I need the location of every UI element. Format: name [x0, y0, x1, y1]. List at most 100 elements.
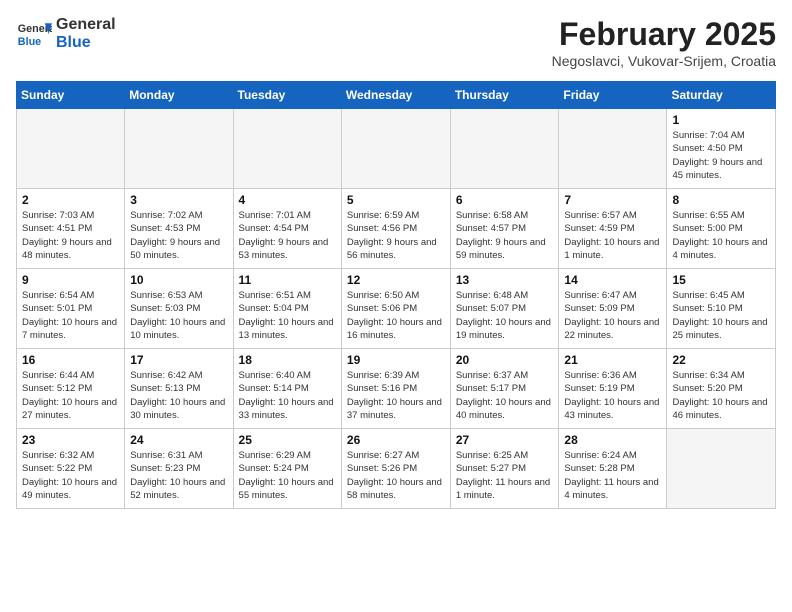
- weekday-header-saturday: Saturday: [667, 82, 776, 109]
- location: Negoslavci, Vukovar-Srijem, Croatia: [552, 53, 776, 69]
- logo-general-text: General: [56, 16, 116, 34]
- logo-icon: General Blue: [16, 16, 52, 52]
- calendar-cell: 6Sunrise: 6:58 AM Sunset: 4:57 PM Daylig…: [450, 189, 559, 269]
- day-number: 7: [564, 193, 661, 207]
- day-info: Sunrise: 6:54 AM Sunset: 5:01 PM Dayligh…: [22, 289, 119, 342]
- calendar-cell: 4 Sunrise: 7:01 AM Sunset: 4:54 PM Daylig…: [233, 189, 341, 269]
- logo-blue-text: Blue: [56, 34, 116, 52]
- day-info: Sunrise: 6:29 AM Sunset: 5:24 PM Dayligh…: [239, 449, 336, 502]
- day-info: Sunrise: 6:55 AM Sunset: 5:00 PM Dayligh…: [672, 209, 770, 262]
- calendar-cell: 18 Sunrise: 6:40 AM Sunset: 5:14 PM Dayli…: [233, 349, 341, 429]
- calendar-cell: 17 Sunrise: 6:42 AM Sunset: 5:13 PM Dayli…: [125, 349, 233, 429]
- day-number: 16: [22, 353, 119, 367]
- calendar-cell: 2Sunrise: 7:03 AM Sunset: 4:51 PM Daylig…: [17, 189, 125, 269]
- day-number: 15: [672, 273, 770, 287]
- day-info: Sunrise: 6:32 AM Sunset: 5:22 PM Dayligh…: [22, 449, 119, 502]
- day-number: 13: [456, 273, 554, 287]
- weekday-header-row: SundayMondayTuesdayWednesdayThursdayFrid…: [17, 82, 776, 109]
- calendar-cell: 3 Sunrise: 7:02 AM Sunset: 4:53 PM Daylig…: [125, 189, 233, 269]
- calendar-cell: 14 Sunrise: 6:47 AM Sunset: 5:09 PM Dayli…: [559, 269, 667, 349]
- calendar-cell: 26 Sunrise: 6:27 AM Sunset: 5:26 PM Dayli…: [341, 429, 450, 509]
- day-number: 11: [239, 273, 336, 287]
- svg-text:Blue: Blue: [18, 36, 41, 48]
- day-info: Sunrise: 6:47 AM Sunset: 5:09 PM Dayligh…: [564, 289, 661, 342]
- day-number: 21: [564, 353, 661, 367]
- weekday-header-sunday: Sunday: [17, 82, 125, 109]
- day-number: 6: [456, 193, 554, 207]
- day-info: Sunrise: 6:27 AM Sunset: 5:26 PM Dayligh…: [347, 449, 445, 502]
- day-number: 14: [564, 273, 661, 287]
- day-info: Sunrise: 6:42 AM Sunset: 5:13 PM Dayligh…: [130, 369, 227, 422]
- calendar-cell: 22Sunrise: 6:34 AM Sunset: 5:20 PM Dayli…: [667, 349, 776, 429]
- weekday-header-friday: Friday: [559, 82, 667, 109]
- calendar-cell: 9 Sunrise: 6:54 AM Sunset: 5:01 PM Daylig…: [17, 269, 125, 349]
- calendar-cell: [450, 109, 559, 189]
- day-info: Sunrise: 6:36 AM Sunset: 5:19 PM Dayligh…: [564, 369, 661, 422]
- day-number: 5: [347, 193, 445, 207]
- calendar-cell: 16 Sunrise: 6:44 AM Sunset: 5:12 PM Dayli…: [17, 349, 125, 429]
- day-info: Sunrise: 6:24 AM Sunset: 5:28 PM Dayligh…: [564, 449, 661, 502]
- calendar-cell: [125, 109, 233, 189]
- calendar-cell: 12Sunrise: 6:50 AM Sunset: 5:06 PM Dayli…: [341, 269, 450, 349]
- title-block: February 2025 Negoslavci, Vukovar-Srijem…: [552, 16, 776, 69]
- weekday-header-monday: Monday: [125, 82, 233, 109]
- day-number: 20: [456, 353, 554, 367]
- day-info: Sunrise: 6:25 AM Sunset: 5:27 PM Dayligh…: [456, 449, 554, 502]
- page-header: General Blue General Blue February 2025 …: [16, 16, 776, 69]
- calendar-cell: 10 Sunrise: 6:53 AM Sunset: 5:03 PM Dayli…: [125, 269, 233, 349]
- day-info: Sunrise: 7:02 AM Sunset: 4:53 PM Dayligh…: [130, 209, 227, 262]
- weekday-header-thursday: Thursday: [450, 82, 559, 109]
- day-number: 24: [130, 433, 227, 447]
- week-row-1: 1Sunrise: 7:04 AM Sunset: 4:50 PM Daylig…: [17, 109, 776, 189]
- day-info: Sunrise: 6:31 AM Sunset: 5:23 PM Dayligh…: [130, 449, 227, 502]
- week-row-3: 9 Sunrise: 6:54 AM Sunset: 5:01 PM Daylig…: [17, 269, 776, 349]
- calendar-cell: [559, 109, 667, 189]
- day-info: Sunrise: 6:57 AM Sunset: 4:59 PM Dayligh…: [564, 209, 661, 262]
- calendar-cell: 28 Sunrise: 6:24 AM Sunset: 5:28 PM Dayli…: [559, 429, 667, 509]
- calendar-table: SundayMondayTuesdayWednesdayThursdayFrid…: [16, 81, 776, 509]
- day-info: Sunrise: 6:44 AM Sunset: 5:12 PM Dayligh…: [22, 369, 119, 422]
- day-number: 28: [564, 433, 661, 447]
- day-info: Sunrise: 7:01 AM Sunset: 4:54 PM Dayligh…: [239, 209, 336, 262]
- calendar-cell: [341, 109, 450, 189]
- day-info: Sunrise: 6:50 AM Sunset: 5:06 PM Dayligh…: [347, 289, 445, 342]
- day-number: 4: [239, 193, 336, 207]
- calendar-cell: 19Sunrise: 6:39 AM Sunset: 5:16 PM Dayli…: [341, 349, 450, 429]
- calendar-cell: 24 Sunrise: 6:31 AM Sunset: 5:23 PM Dayli…: [125, 429, 233, 509]
- calendar-cell: 7 Sunrise: 6:57 AM Sunset: 4:59 PM Daylig…: [559, 189, 667, 269]
- day-info: Sunrise: 6:59 AM Sunset: 4:56 PM Dayligh…: [347, 209, 445, 262]
- day-number: 26: [347, 433, 445, 447]
- calendar-cell: 11 Sunrise: 6:51 AM Sunset: 5:04 PM Dayli…: [233, 269, 341, 349]
- calendar-cell: 27 Sunrise: 6:25 AM Sunset: 5:27 PM Dayli…: [450, 429, 559, 509]
- calendar-cell: [17, 109, 125, 189]
- day-number: 25: [239, 433, 336, 447]
- day-info: Sunrise: 6:51 AM Sunset: 5:04 PM Dayligh…: [239, 289, 336, 342]
- day-number: 17: [130, 353, 227, 367]
- week-row-5: 23Sunrise: 6:32 AM Sunset: 5:22 PM Dayli…: [17, 429, 776, 509]
- day-info: Sunrise: 6:48 AM Sunset: 5:07 PM Dayligh…: [456, 289, 554, 342]
- day-number: 2: [22, 193, 119, 207]
- calendar-cell: 20 Sunrise: 6:37 AM Sunset: 5:17 PM Dayli…: [450, 349, 559, 429]
- calendar-cell: [233, 109, 341, 189]
- day-number: 27: [456, 433, 554, 447]
- calendar-cell: 8Sunrise: 6:55 AM Sunset: 5:00 PM Daylig…: [667, 189, 776, 269]
- day-info: Sunrise: 7:04 AM Sunset: 4:50 PM Dayligh…: [672, 129, 770, 182]
- day-number: 18: [239, 353, 336, 367]
- calendar-cell: 5 Sunrise: 6:59 AM Sunset: 4:56 PM Daylig…: [341, 189, 450, 269]
- day-info: Sunrise: 6:53 AM Sunset: 5:03 PM Dayligh…: [130, 289, 227, 342]
- calendar-cell: 25 Sunrise: 6:29 AM Sunset: 5:24 PM Dayli…: [233, 429, 341, 509]
- weekday-header-wednesday: Wednesday: [341, 82, 450, 109]
- day-info: Sunrise: 6:34 AM Sunset: 5:20 PM Dayligh…: [672, 369, 770, 422]
- calendar-cell: 1Sunrise: 7:04 AM Sunset: 4:50 PM Daylig…: [667, 109, 776, 189]
- calendar-cell: 15 Sunrise: 6:45 AM Sunset: 5:10 PM Dayli…: [667, 269, 776, 349]
- day-info: Sunrise: 6:37 AM Sunset: 5:17 PM Dayligh…: [456, 369, 554, 422]
- day-number: 10: [130, 273, 227, 287]
- calendar-cell: [667, 429, 776, 509]
- month-year: February 2025: [552, 16, 776, 53]
- logo: General Blue General Blue: [16, 16, 116, 52]
- day-number: 9: [22, 273, 119, 287]
- day-number: 19: [347, 353, 445, 367]
- day-number: 3: [130, 193, 227, 207]
- day-info: Sunrise: 6:45 AM Sunset: 5:10 PM Dayligh…: [672, 289, 770, 342]
- day-info: Sunrise: 6:40 AM Sunset: 5:14 PM Dayligh…: [239, 369, 336, 422]
